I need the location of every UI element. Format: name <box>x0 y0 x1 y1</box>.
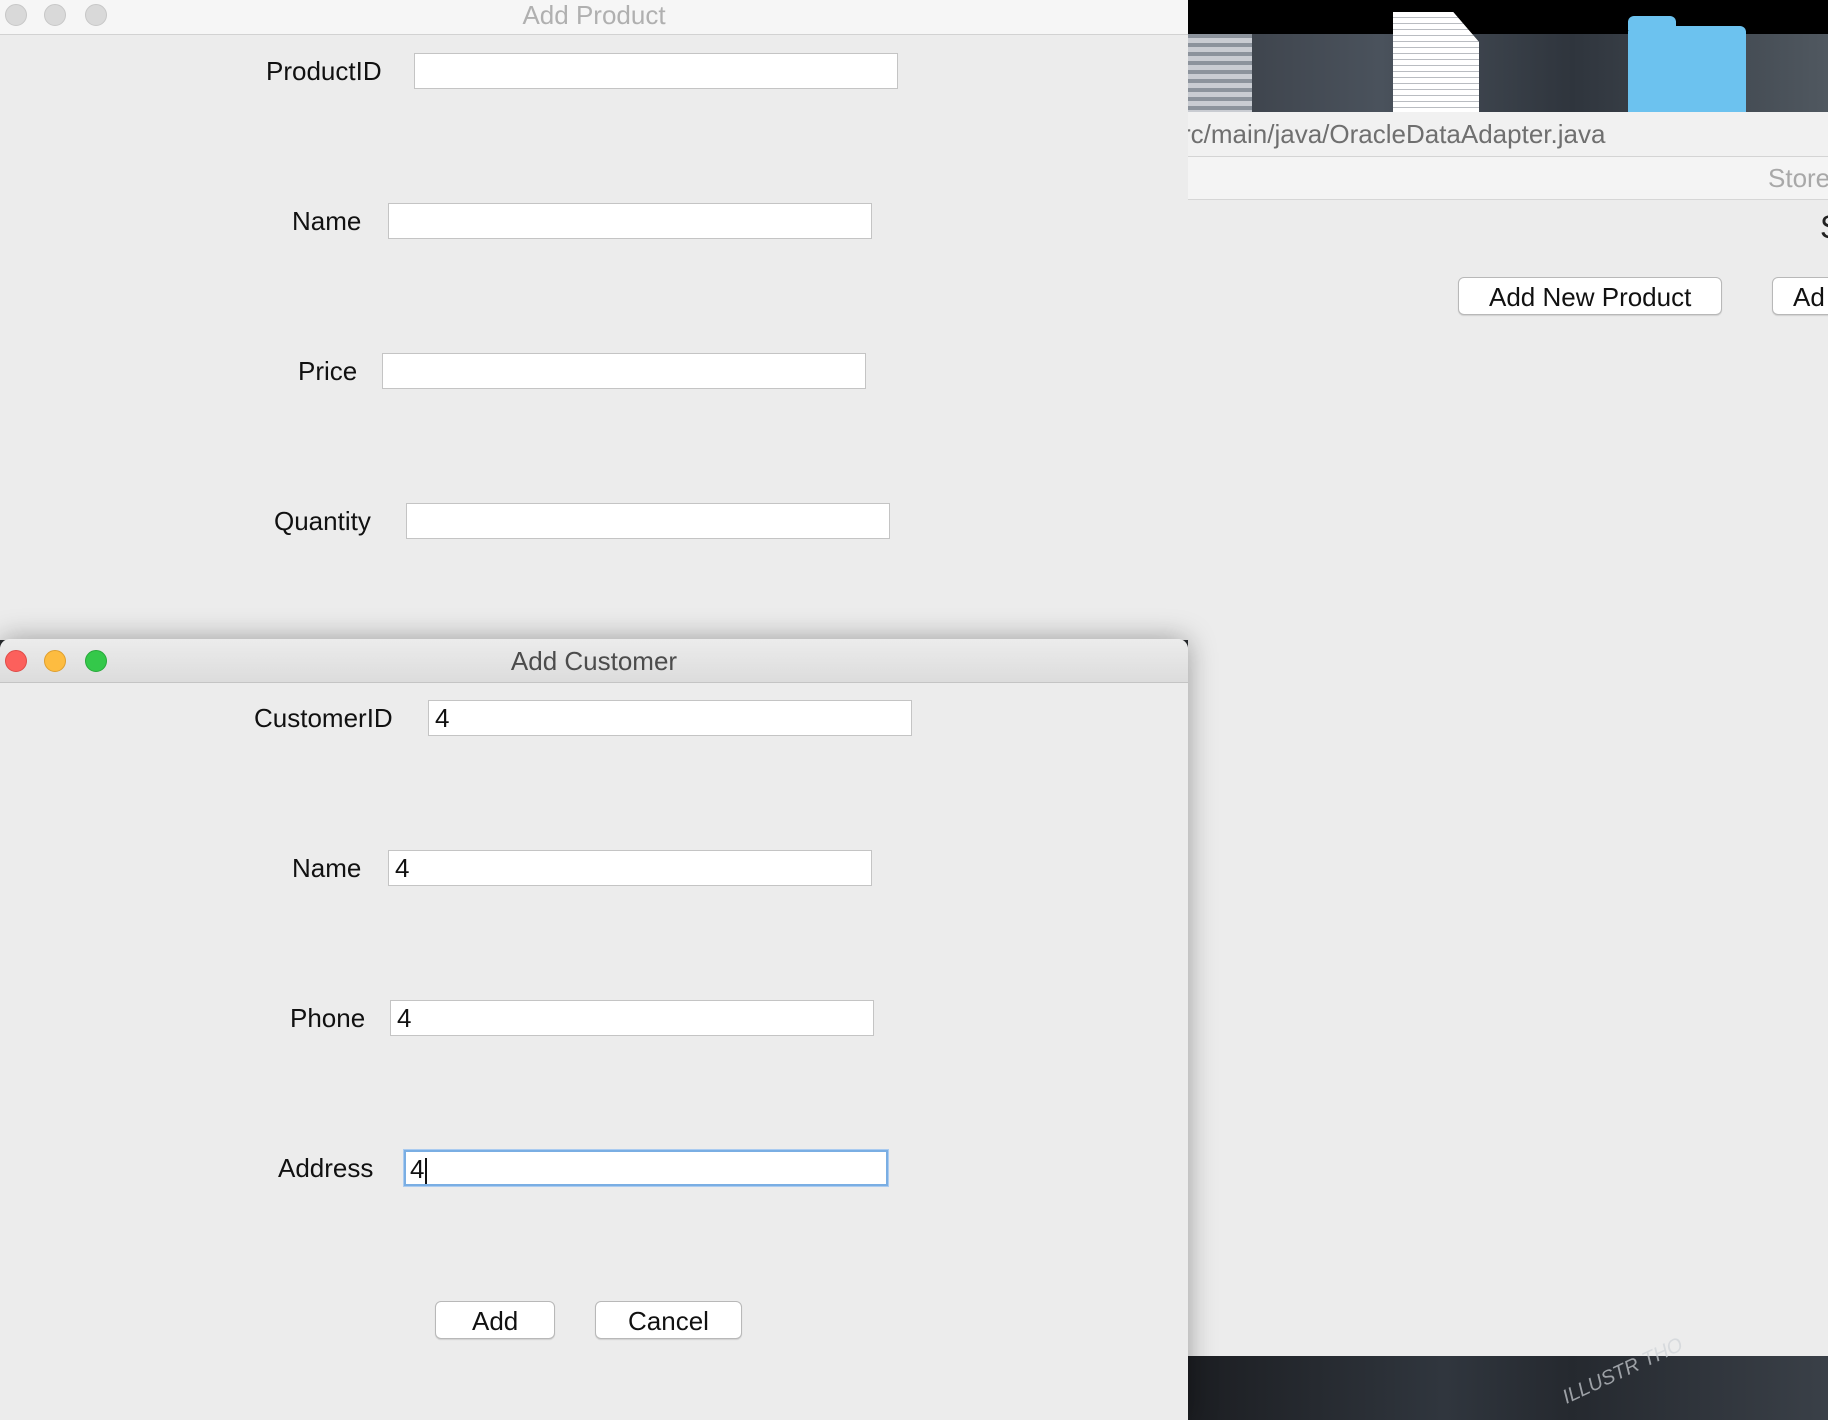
address-input-value: 4 <box>410 1154 425 1184</box>
address-input[interactable]: 4 <box>404 1150 888 1186</box>
product-name-input[interactable] <box>388 203 872 239</box>
cancel-button[interactable]: Cancel <box>595 1301 742 1339</box>
product-name-label: Name <box>292 206 362 236</box>
customerid-label: CustomerID <box>254 703 393 733</box>
minimize-icon[interactable] <box>44 650 66 672</box>
add-button[interactable]: Add <box>435 1301 556 1339</box>
customerid-input[interactable]: 4 <box>428 700 912 736</box>
add-product-dialog: Add Product ProductID Name Price Quantit… <box>0 0 1188 640</box>
quantity-label: Quantity <box>274 506 371 536</box>
pdf-file-icon[interactable] <box>1393 12 1479 112</box>
add-customer-titlebar[interactable]: Add Customer <box>0 639 1188 683</box>
address-label: Address <box>278 1153 374 1183</box>
add-customer-title: Add Customer <box>510 646 678 676</box>
phone-label: Phone <box>290 1003 366 1033</box>
close-icon[interactable] <box>5 4 27 26</box>
minimize-icon[interactable] <box>44 4 66 26</box>
folder-icon[interactable] <box>1628 16 1746 112</box>
file-path-bar: rc/main/java/OracleDataAdapter.java <box>1188 112 1828 157</box>
zoom-icon[interactable] <box>85 650 107 672</box>
price-input[interactable] <box>382 353 866 389</box>
add-product-titlebar[interactable]: Add Product <box>0 0 1188 35</box>
text-cursor <box>425 1158 428 1185</box>
productid-input[interactable] <box>414 53 898 89</box>
productid-label: ProductID <box>266 56 382 86</box>
document-thumbnail-icon[interactable] <box>1188 34 1252 112</box>
phone-input[interactable]: 4 <box>390 1000 874 1036</box>
price-label: Price <box>298 356 358 386</box>
store-window-title: Store <box>1768 163 1828 193</box>
desktop-background <box>1188 0 1828 112</box>
store-heading-fragment: S <box>1820 209 1828 246</box>
close-icon[interactable] <box>5 650 27 672</box>
add-customer-dialog: Add Customer CustomerID 4 Name 4 Phone 4… <box>0 639 1188 1420</box>
customer-name-label: Name <box>292 853 362 883</box>
zoom-icon[interactable] <box>85 4 107 26</box>
customer-name-input[interactable]: 4 <box>388 850 872 886</box>
store-window-titlebar[interactable]: Store <box>1188 157 1828 200</box>
desktop-bottom-background: ILLUSTR THO <box>1188 1334 1828 1420</box>
file-path-text: rc/main/java/OracleDataAdapter.java <box>1188 119 1606 149</box>
add-new-product-button[interactable]: Add New Product <box>1458 277 1723 315</box>
add-customer-button-partial[interactable]: Ad <box>1772 277 1828 315</box>
quantity-input[interactable] <box>406 503 890 539</box>
store-window: Store S Add New Product Ad <box>1188 157 1828 1356</box>
add-product-title: Add Product <box>522 0 666 30</box>
